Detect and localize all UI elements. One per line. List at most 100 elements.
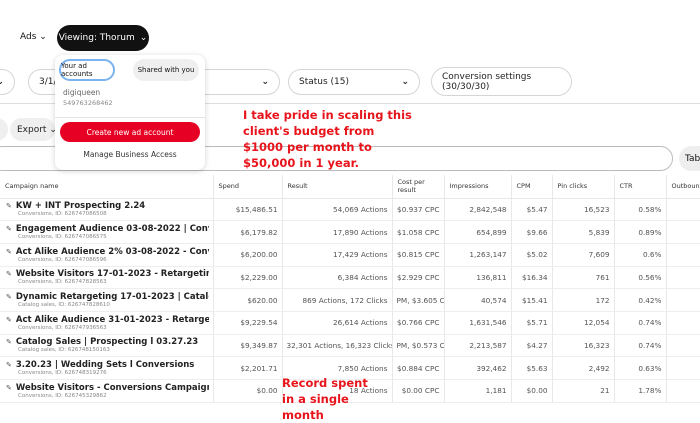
campaign-name-cell[interactable]: ✎ Act Alike Audience 31-01-2023 - Retarge… — [0, 311, 214, 335]
column-header[interactable]: CTR — [614, 175, 667, 199]
edit-pencil-icon[interactable]: ✎ — [6, 338, 12, 346]
outbound-cell — [666, 379, 700, 403]
cpr-cell: $0.815 CPC — [392, 243, 445, 267]
result-cell: 54,069 Actions — [282, 198, 393, 222]
create-ad-account-button[interactable]: Create new ad account — [60, 122, 200, 142]
impressions-cell: 136,811 — [444, 266, 512, 290]
campaign-name[interactable]: Act Alike Audience 2% 03-08-2022 - Conve… — [16, 247, 209, 257]
result-cell: 26,614 Actions — [282, 311, 393, 335]
account-id: 549763268462 — [63, 99, 113, 107]
edit-pencil-icon[interactable]: ✎ — [6, 384, 12, 392]
edit-pencil-icon[interactable]: ✎ — [6, 225, 12, 233]
annotation-record: Record spent in a single month — [282, 376, 368, 422]
spend-cell: $0.00 — [213, 379, 283, 403]
tab-label: Shared with you — [137, 66, 195, 74]
status-filter[interactable]: Status (15) ⌄ — [288, 69, 420, 95]
table-row[interactable]: ✎ Engagement Audience 03-08-2022 | Conver… — [0, 220, 700, 244]
spend-cell: $620.00 — [213, 288, 283, 312]
result-cell: 869 Actions, 172 Clicks — [282, 288, 393, 312]
spend-cell: $2,229.00 — [213, 266, 283, 290]
impressions-cell: 2,842,548 — [444, 198, 512, 222]
campaign-name[interactable]: Dynamic Retargeting 17-01-2023 | Catalog… — [16, 292, 209, 302]
manage-label: Manage Business Access — [83, 150, 177, 159]
table-row[interactable]: ✎ Catalog Sales | Prospecting l 03.27.23 C… — [0, 334, 700, 358]
table-row[interactable]: ✎ Website Visitors 17-01-2023 - Retargeti… — [0, 266, 700, 290]
column-header[interactable]: Impressions — [444, 175, 512, 199]
edit-pencil-icon[interactable]: ✎ — [6, 293, 12, 301]
campaign-name-cell[interactable]: ✎ Dynamic Retargeting 17-01-2023 | Catalo… — [0, 288, 214, 312]
pin-clicks-cell: 12,054 — [552, 311, 615, 335]
spend-cell: $9,349.87 — [213, 334, 283, 358]
edit-pencil-icon[interactable]: ✎ — [6, 270, 12, 278]
cpr-cell: $1.058 CPC — [392, 220, 445, 244]
campaign-id: Catalog sales, ID: 626747828610 — [18, 302, 110, 309]
cpm-cell: $16.34 — [511, 266, 553, 290]
manage-business-access-link[interactable]: Manage Business Access — [55, 150, 205, 159]
tab-shared-with-you[interactable]: Shared with you — [133, 59, 199, 81]
chevron-down-icon: ⌄ — [0, 77, 4, 87]
campaign-name-cell[interactable]: ✎ Catalog Sales | Prospecting l 03.27.23 C… — [0, 334, 214, 358]
edit-pencil-icon[interactable]: ✎ — [6, 316, 12, 324]
cpm-cell: $5.02 — [511, 243, 553, 267]
campaign-name[interactable]: KW + INT Prospecting 2.24 — [16, 201, 145, 211]
conversion-settings-button[interactable]: Conversion settings (30/30/30) — [431, 67, 572, 96]
column-header[interactable]: Campaign name — [0, 175, 214, 199]
pin-clicks-cell: 16,523 — [552, 198, 615, 222]
column-header[interactable]: Cost per result — [392, 175, 445, 199]
campaign-name-cell[interactable]: ✎ 3.20.23 | Wedding Sets l Conversions Con… — [0, 356, 214, 380]
filter-pill[interactable]: ⌄ — [0, 69, 15, 95]
export-button[interactable]: Export ⌄ — [10, 118, 57, 141]
ctr-cell: 1.78% — [614, 379, 667, 403]
edit-pencil-icon[interactable]: ✎ — [6, 248, 12, 256]
campaign-id: Conversions, ID: 626747086575 — [18, 234, 107, 241]
table-row[interactable]: ✎ Act Alike Audience 31-01-2023 - Retarge… — [0, 311, 700, 335]
toolbar-button[interactable] — [0, 118, 8, 141]
campaign-name[interactable]: Catalog Sales | Prospecting l 03.27.23 — [16, 337, 198, 347]
table-row[interactable]: ✎ Dynamic Retargeting 17-01-2023 | Catalo… — [0, 288, 700, 312]
annotation-pride: I take pride in scaling this client's bu… — [243, 108, 412, 170]
account-item[interactable]: digiqueen 549763268462 — [63, 88, 113, 107]
spend-cell: $2,201.71 — [213, 356, 283, 380]
campaign-name[interactable]: Website Visitors 17-01-2023 - Retargetin… — [16, 269, 209, 279]
column-header[interactable]: CPM — [511, 175, 553, 199]
campaign-name[interactable]: Act Alike Audience 31-01-2023 - Retarget… — [16, 315, 209, 325]
campaign-name[interactable]: Website Visitors - Conversions Campaign — [16, 383, 209, 393]
table-row[interactable]: ✎ KW + INT Prospecting 2.24 Conversions, I… — [0, 198, 700, 222]
outbound-cell — [666, 243, 700, 267]
edit-pencil-icon[interactable]: ✎ — [6, 202, 12, 210]
tab-label: Tab — [685, 153, 700, 164]
campaign-id: Conversions, ID: 626745329862 — [18, 392, 107, 399]
viewing-label: Viewing: Thorum — [58, 33, 135, 43]
ads-menu[interactable]: Ads ⌄ — [20, 32, 47, 42]
campaign-id: Conversions, ID: 626747936563 — [18, 324, 107, 331]
edit-pencil-icon[interactable]: ✎ — [6, 361, 12, 369]
cpm-cell: $9.66 — [511, 220, 553, 244]
campaign-name-cell[interactable]: ✎ Engagement Audience 03-08-2022 | Conver… — [0, 220, 214, 244]
cpm-cell: $5.63 — [511, 356, 553, 380]
column-header[interactable]: Outbound — [666, 175, 700, 199]
campaign-name-cell[interactable]: ✎ Website Visitors 17-01-2023 - Retargeti… — [0, 266, 214, 290]
divider — [55, 117, 205, 118]
outbound-cell — [666, 311, 700, 335]
table-row[interactable]: ✎ Act Alike Audience 2% 03-08-2022 - Conv… — [0, 243, 700, 267]
outbound-cell — [666, 198, 700, 222]
campaign-name[interactable]: 3.20.23 | Wedding Sets l Conversions — [16, 360, 194, 370]
table-view-button[interactable]: Tab — [679, 146, 700, 171]
campaign-name[interactable]: Engagement Audience 03-08-2022 | Convers… — [16, 224, 209, 234]
campaign-name-cell[interactable]: ✎ Act Alike Audience 2% 03-08-2022 - Conv… — [0, 243, 214, 267]
outbound-cell — [666, 356, 700, 380]
column-header[interactable]: Spend — [213, 175, 283, 199]
create-label: Create new ad account — [86, 127, 174, 137]
campaign-id: Conversions, ID: 626747828563 — [18, 279, 107, 286]
cpm-cell: $4.27 — [511, 334, 553, 358]
campaign-name-cell[interactable]: ✎ KW + INT Prospecting 2.24 Conversions, I… — [0, 198, 214, 222]
viewing-account-button[interactable]: Viewing: Thorum ⌄ — [57, 25, 149, 51]
chevron-down-icon: ⌄ — [139, 33, 148, 43]
tab-your-ad-accounts[interactable]: Your ad accounts — [59, 59, 115, 81]
column-header[interactable]: Pin clicks — [552, 175, 615, 199]
column-header[interactable]: Result — [282, 175, 393, 199]
pin-clicks-cell: 16,323 — [552, 334, 615, 358]
campaign-name-cell[interactable]: ✎ Website Visitors - Conversions Campaign… — [0, 379, 214, 403]
ctr-cell: 0.42% — [614, 288, 667, 312]
cpm-cell: $0.00 — [511, 379, 553, 403]
